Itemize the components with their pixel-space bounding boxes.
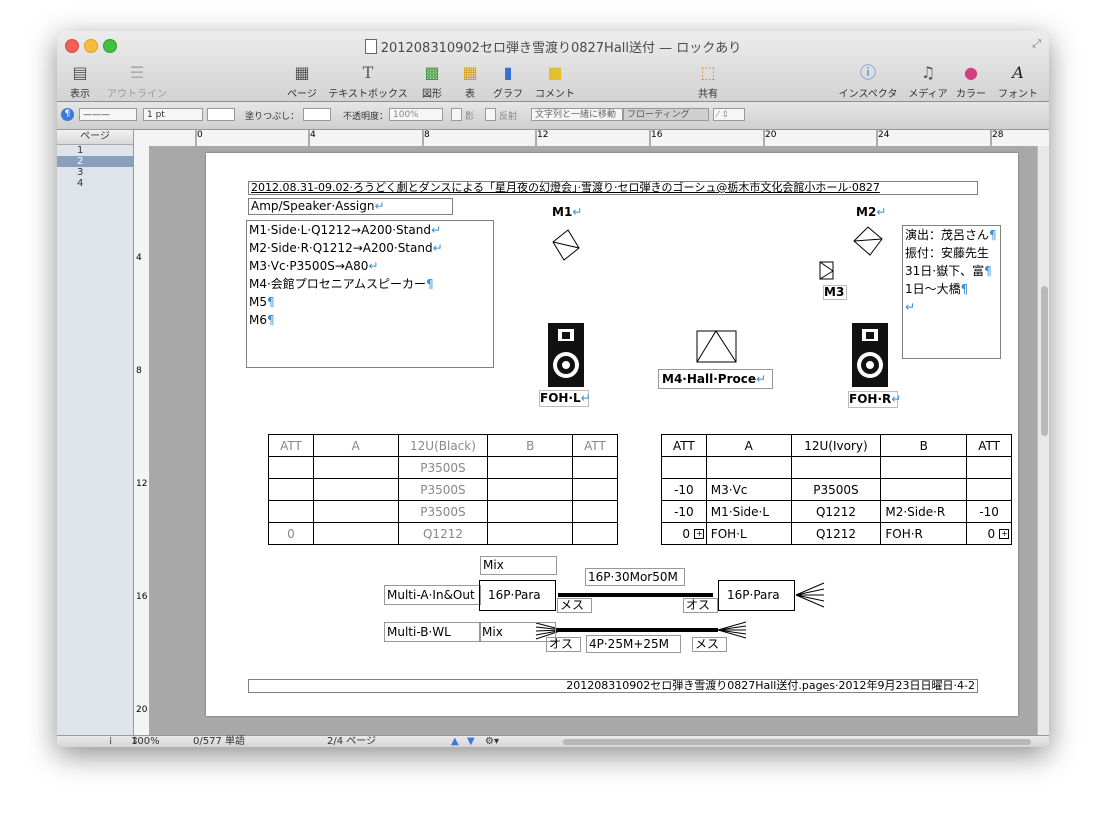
move-with-text-button[interactable]: 文字列と一緒に移動 <box>531 108 623 121</box>
ruler-label: 20 <box>136 705 148 715</box>
page-thumb-3[interactable]: 3 <box>57 167 133 178</box>
page-thumb-2[interactable]: 2 <box>57 156 133 167</box>
stroke-color-well[interactable] <box>207 108 235 121</box>
share-icon: ⬚ <box>700 63 716 82</box>
opacity-label: 不透明度： <box>343 112 389 122</box>
horizontal-scrollbar[interactable] <box>563 739 1031 745</box>
page-button[interactable]: ▦ ページ <box>285 63 319 100</box>
wrap-select[interactable]: ⁄ ⇕ <box>713 108 745 121</box>
footer-line[interactable]: 201208310902セロ弾き雪渡り0827Hall送付.pages·2012… <box>248 679 978 693</box>
mix-bottom-label[interactable]: Mix <box>479 622 556 642</box>
comment-icon: ■ <box>547 63 563 82</box>
paragraph-style-icon[interactable]: ¶ <box>61 108 74 121</box>
ruler-label: 8 <box>136 366 142 376</box>
ruler-label: 8 <box>424 130 430 140</box>
colors-button[interactable]: ● カラー <box>955 63 987 100</box>
shapes-button[interactable]: ▩ 図形 <box>417 63 447 100</box>
chart-button[interactable]: ▮ グラフ <box>491 63 525 100</box>
textbox-button[interactable]: T テキストボックス <box>325 63 411 100</box>
shapes-icon: ▩ <box>424 63 440 82</box>
page-thumbnails-sidebar: ページ 1 2 3 4 <box>57 130 134 735</box>
wiring-diagram <box>535 582 825 640</box>
color-wheel-icon: ● <box>964 63 978 82</box>
share-button[interactable]: ⬚ 共有 <box>691 63 725 100</box>
ruler-ticks <box>195 130 992 146</box>
shadow-checkbox[interactable] <box>451 108 462 121</box>
fan-out-icon <box>795 582 825 608</box>
media-icon: ♫ <box>920 63 936 82</box>
app-window: 201208310902セロ弾き雪渡り0827Hall送付 — ロックあり ⤢ … <box>57 31 1049 747</box>
mix-top-label[interactable]: Mix <box>480 556 557 575</box>
ruler-label: 28 <box>992 130 1004 140</box>
outline-icon: ☰ <box>129 63 145 82</box>
cable-bottom-label[interactable]: 4P·25M+25M <box>586 635 681 653</box>
page-indicator: 2/4 ページ <box>327 736 377 747</box>
fonts-button[interactable]: A フォント <box>995 63 1041 100</box>
fan-out-icon <box>717 621 747 639</box>
page-thumb-4[interactable]: 4 <box>57 178 133 189</box>
ruler-label: 12 <box>537 130 549 140</box>
page-icon: ▦ <box>294 63 310 82</box>
sidebar-header: ページ <box>57 130 133 145</box>
sidebar-resize-handle[interactable]: ⁞ <box>109 736 112 747</box>
document-page: 2012.08.31-09.02·ろうどく劇とダンスによる「星月夜の幻燈会」·雪… <box>206 153 1018 716</box>
status-bar: ⁞ 100% ⇕ 0/577 単語 2/4 ページ ▲ ▼ ⚙▾ <box>57 735 1049 747</box>
fill-label: 塗りつぶし： <box>245 112 300 122</box>
shadow-label: 影 <box>465 112 475 122</box>
fonts-icon: A <box>1012 63 1024 82</box>
chart-icon: ▮ <box>503 63 513 82</box>
para-right-box[interactable]: 16P·Para <box>718 580 795 611</box>
mesu-label[interactable]: メス <box>557 598 592 613</box>
ruler-label: 4 <box>310 130 316 140</box>
zoom-select[interactable]: 100% ⇕ <box>131 736 160 747</box>
page-down-icon[interactable]: ▼ <box>467 736 475 747</box>
multi-b-label[interactable]: Multi-B·WL <box>384 622 481 642</box>
view-icon: ▤ <box>72 63 88 82</box>
fullscreen-icon[interactable]: ⤢ <box>1032 37 1041 51</box>
osu-label[interactable]: オス <box>546 637 581 652</box>
floating-button[interactable]: フローティング <box>623 108 709 121</box>
ruler-label: 4 <box>136 253 142 263</box>
comment-button[interactable]: ■ コメント <box>533 63 577 100</box>
gear-icon[interactable]: ⚙▾ <box>485 736 499 747</box>
stroke-width-select[interactable]: 1 pt <box>143 108 203 121</box>
outline-button[interactable]: ☰ アウトライン <box>105 63 169 100</box>
word-count: 0/577 単語 <box>193 736 245 747</box>
format-bar: ¶ ——— 1 pt 塗りつぶし： 不透明度： 100% 影 反射 文字列と一緒… <box>57 102 1049 130</box>
titlebar: 201208310902セロ弾き雪渡り0827Hall送付 — ロックあり ⤢ … <box>57 31 1049 102</box>
horizontal-ruler[interactable]: 0 4 8 12 16 20 24 28 <box>134 130 1049 147</box>
mesu-label[interactable]: メス <box>692 637 727 652</box>
ruler-label: 16 <box>651 130 663 140</box>
window-title: 201208310902セロ弾き雪渡り0827Hall送付 — ロックあり <box>57 37 1049 56</box>
scroll-thumb[interactable] <box>1041 286 1048 436</box>
page-thumb-1[interactable]: 1 <box>57 145 133 156</box>
multi-a-label[interactable]: Multi-A·In&Out <box>384 585 481 605</box>
inspector-icon: ⓘ <box>859 63 876 82</box>
reflection-label: 反射 <box>499 112 518 122</box>
ruler-label: 20 <box>765 130 777 140</box>
stroke-style-select[interactable]: ——— <box>79 108 137 121</box>
ruler-label: 12 <box>136 479 148 489</box>
ruler-label: 0 <box>197 130 203 140</box>
ruler-label: 16 <box>136 592 148 602</box>
textbox-icon: T <box>362 63 374 82</box>
opacity-select[interactable]: 100% <box>389 108 443 121</box>
table-button[interactable]: ▦ 表 <box>457 63 483 100</box>
osu-label[interactable]: オス <box>683 598 718 613</box>
vertical-scrollbar[interactable] <box>1037 146 1049 735</box>
view-button[interactable]: ▤ 表示 <box>65 63 95 100</box>
media-button[interactable]: ♫ メディア <box>907 63 949 100</box>
para-left-box[interactable]: 16P·Para <box>479 580 556 611</box>
vertical-ruler[interactable]: 4 8 12 16 20 <box>134 146 150 735</box>
ruler-label: 24 <box>878 130 890 140</box>
table-icon: ▦ <box>462 63 478 82</box>
inspector-button[interactable]: ⓘ インスペクタ <box>837 63 899 100</box>
fill-color-well[interactable] <box>303 108 331 121</box>
page-up-icon[interactable]: ▲ <box>451 736 459 747</box>
reflection-checkbox[interactable] <box>485 108 496 121</box>
document-icon <box>364 39 377 54</box>
cable-top-label[interactable]: 16P·30Mor50M <box>585 568 685 586</box>
